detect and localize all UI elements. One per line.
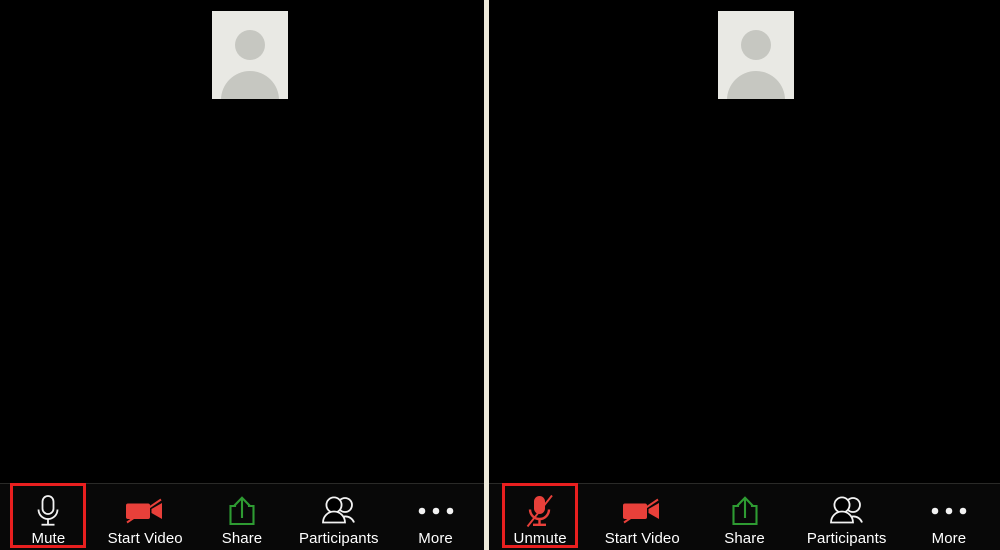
mute-button[interactable]: Mute (0, 484, 97, 550)
video-camera-off-icon (614, 492, 670, 530)
unmute-button-label: Unmute (513, 530, 567, 547)
microphone-icon (20, 492, 76, 530)
avatar (212, 11, 288, 99)
avatar-body (221, 71, 279, 99)
participants-button[interactable]: Participants (290, 484, 387, 550)
meeting-toolbar: Unmute Start Video Share Participants Mo… (489, 483, 1000, 550)
video-camera-off-icon (117, 492, 173, 530)
participants-icon (311, 492, 367, 530)
avatar-body (727, 71, 785, 99)
participants-button-label: Participants (299, 530, 379, 547)
start-video-button-label: Start Video (107, 530, 183, 547)
avatar (718, 11, 794, 99)
start-video-button[interactable]: Start Video (591, 484, 693, 550)
share-button[interactable]: Share (194, 484, 291, 550)
share-button[interactable]: Share (693, 484, 795, 550)
share-upload-icon (717, 492, 773, 530)
participants-button-label: Participants (806, 530, 887, 547)
more-dots-icon (408, 492, 464, 530)
video-stage (489, 0, 1000, 484)
panel-unmuted: Mute Start Video Share Participants More (0, 0, 484, 550)
avatar-head (741, 30, 771, 60)
zoom-mute-comparison-screenshot: Mute Start Video Share Participants More… (0, 0, 1000, 550)
start-video-button[interactable]: Start Video (97, 484, 194, 550)
participants-icon (819, 492, 875, 530)
participants-button[interactable]: Participants (796, 484, 898, 550)
meeting-toolbar: Mute Start Video Share Participants More (0, 483, 484, 550)
more-button[interactable]: More (898, 484, 1000, 550)
more-button-label: More (418, 530, 453, 547)
video-stage (0, 0, 484, 484)
start-video-button-label: Start Video (604, 530, 680, 547)
unmute-button[interactable]: Unmute (489, 484, 591, 550)
mute-button-label: Mute (31, 530, 66, 547)
share-button-label: Share (724, 530, 765, 547)
avatar-head (235, 30, 265, 60)
panel-muted: Unmute Start Video Share Participants Mo… (489, 0, 1000, 550)
share-button-label: Share (221, 530, 263, 547)
microphone-muted-icon (512, 492, 568, 530)
more-dots-icon (921, 492, 977, 530)
more-button[interactable]: More (387, 484, 484, 550)
more-button-label: More (931, 530, 967, 547)
share-upload-icon (214, 492, 270, 530)
